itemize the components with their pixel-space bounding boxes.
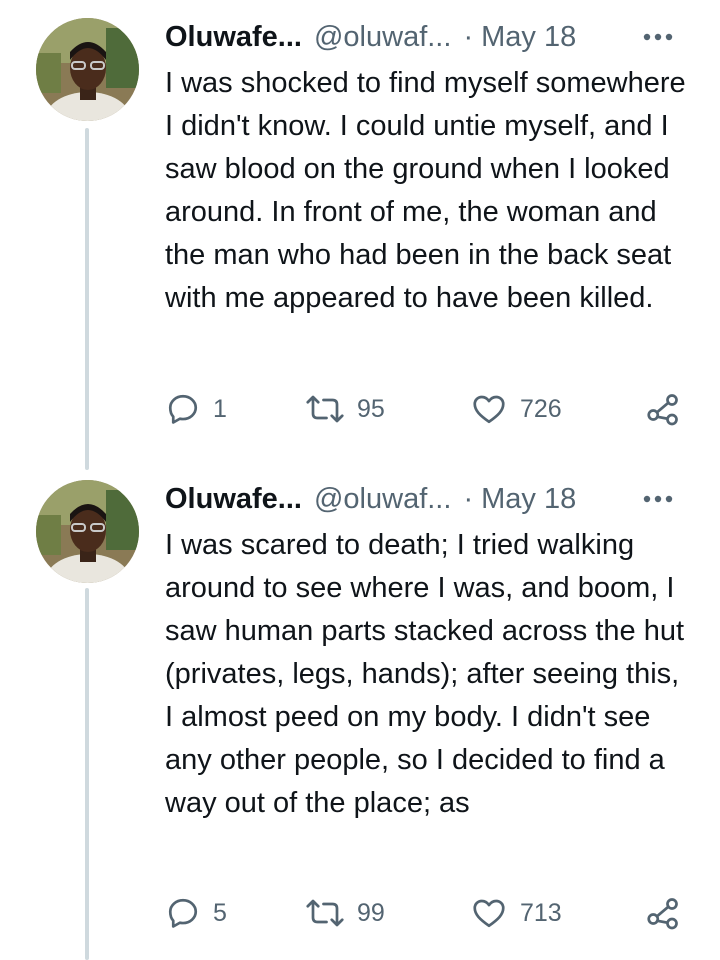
tweet-text: I was shocked to find myself somewhere I… [165,67,686,314]
share-button[interactable] [645,893,681,933]
thread-line [85,588,89,960]
retweet-count: 95 [357,394,385,423]
like-count: 713 [520,898,562,927]
reply-icon [165,391,201,427]
share-icon [645,391,681,427]
reply-icon [165,895,201,931]
tweet-text: I was scared to death; I tried walking a… [165,529,685,819]
retweet-icon [305,391,345,427]
reply-count: 1 [213,394,227,423]
retweet-icon [305,895,345,931]
avatar[interactable] [36,480,139,583]
author-handle[interactable]: @oluwaf... [314,479,451,519]
separator: · [463,21,474,53]
more-icon[interactable] [638,17,678,57]
reply-button[interactable]: 5 [165,893,227,933]
tweet-header: Oluwafe... @oluwaf... · May 18 [165,479,690,519]
retweet-button[interactable]: 99 [305,893,385,933]
like-button[interactable]: 726 [470,389,562,429]
tweet-header: Oluwafe... @oluwaf... · May 18 [165,17,690,57]
author-handle[interactable]: @oluwaf... [314,17,451,57]
tweet-date[interactable]: May 18 [481,479,576,519]
tweet-actions: 5 99 713 [160,893,700,933]
retweet-button[interactable]: 95 [305,389,385,429]
like-count: 726 [520,394,562,423]
retweet-count: 99 [357,898,385,927]
tweet[interactable]: Oluwafe... @oluwaf... · May 18 I was sho… [0,0,720,470]
author-name[interactable]: Oluwafe... [165,17,302,57]
reply-button[interactable]: 1 [165,389,227,429]
avatar-image [36,480,139,583]
tweet[interactable]: Oluwafe... @oluwaf... · May 18 I was sca… [0,470,720,960]
share-icon [645,895,681,931]
tweet-actions: 1 95 726 [160,389,700,429]
like-button[interactable]: 713 [470,893,562,933]
thread-line [85,128,89,470]
avatar-image [36,18,139,121]
like-icon [470,895,508,931]
like-icon [470,391,508,427]
author-name[interactable]: Oluwafe... [165,479,302,519]
separator: · [463,483,474,515]
reply-count: 5 [213,898,227,927]
tweet-date[interactable]: May 18 [481,17,576,57]
share-button[interactable] [645,389,681,429]
avatar[interactable] [36,18,139,121]
more-icon[interactable] [638,479,678,519]
